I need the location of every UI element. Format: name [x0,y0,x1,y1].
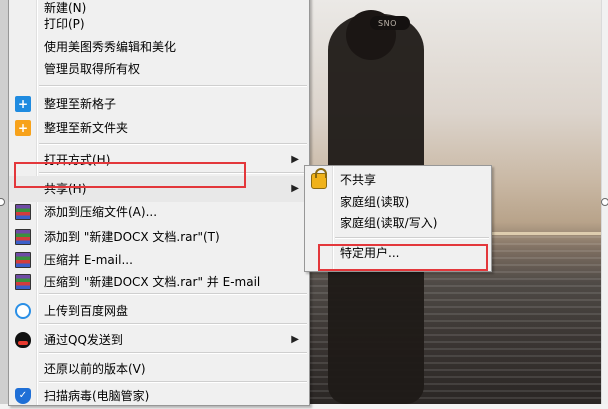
winrar-icon [15,274,31,290]
menu-item-send-via-qq[interactable]: 通过QQ发送到 ▶ [9,327,309,353]
menu-separator [39,352,307,354]
submenu-item-homegroup-readwrite[interactable]: 家庭组(读取/写入) [305,212,491,234]
menu-separator [39,323,307,325]
submenu-arrow-icon: ▶ [291,154,299,165]
submenu-item-no-share[interactable]: 不共享 [305,168,491,192]
menu-item-organize-to-new-folder[interactable]: + 整理至新文件夹 [9,115,309,141]
menu-item-label: 扫描病毒(电脑管家) [44,389,150,403]
winrar-icon [15,252,31,268]
submenu-arrow-icon: ▶ [291,334,299,345]
submenu-item-homegroup-read[interactable]: 家庭组(读取) [305,191,491,213]
menu-item-organize-to-new-grid[interactable]: + 整理至新格子 [9,91,309,117]
menu-separator [39,293,307,295]
plus-square-icon: + [15,96,31,112]
menu-separator [335,237,489,239]
menu-separator [39,85,307,87]
context-menu: 新建(N) 打印(P) 使用美图秀秀编辑和美化 管理员取得所有权 + 整理至新格… [8,0,310,406]
menu-separator [39,143,307,145]
menu-item-label: 整理至新格子 [44,97,117,111]
menu-item-label: 还原以前的版本(V) [44,362,146,376]
baidu-cloud-icon [15,303,31,319]
menu-item-label: 添加到压缩文件(A)... [44,205,158,219]
qq-penguin-icon [15,332,31,348]
menu-item-label: 上传到百度网盘 [44,304,129,318]
menu-item-label: 整理至新文件夹 [44,121,129,135]
menu-item-restore-previous-versions[interactable]: 还原以前的版本(V) [9,356,309,382]
menu-item-upload-baidu[interactable]: 上传到百度网盘 [9,298,309,324]
submenu-item-label: 家庭组(读取) [340,195,410,209]
resize-handle-right[interactable] [601,198,608,206]
winrar-icon [15,229,31,245]
menu-item-take-ownership[interactable]: 管理员取得所有权 [9,56,309,82]
shield-icon: ✓ [15,388,31,404]
submenu-item-label: 不共享 [340,173,377,187]
menu-item-add-to-archive[interactable]: 添加到压缩文件(A)... [9,199,309,225]
photo-cap-text: SNO [378,19,397,28]
menu-item-compress-to-rar-and-email[interactable]: 压缩到 "新建DOCX 文档.rar" 并 E-mail [9,269,309,295]
share-highlight-box [14,162,246,188]
menu-item-label: 通过QQ发送到 [44,333,123,347]
menu-item-label: 管理员取得所有权 [44,62,141,76]
specific-people-highlight-box [318,244,488,271]
menu-item-virus-scan[interactable]: ✓ 扫描病毒(电脑管家) [9,383,309,409]
lock-icon [311,168,327,189]
menu-item-label: 压缩到 "新建DOCX 文档.rar" 并 E-mail [44,275,261,289]
plus-folder-icon: + [15,120,31,136]
winrar-icon [15,204,31,220]
submenu-item-label: 家庭组(读取/写入) [340,216,438,230]
